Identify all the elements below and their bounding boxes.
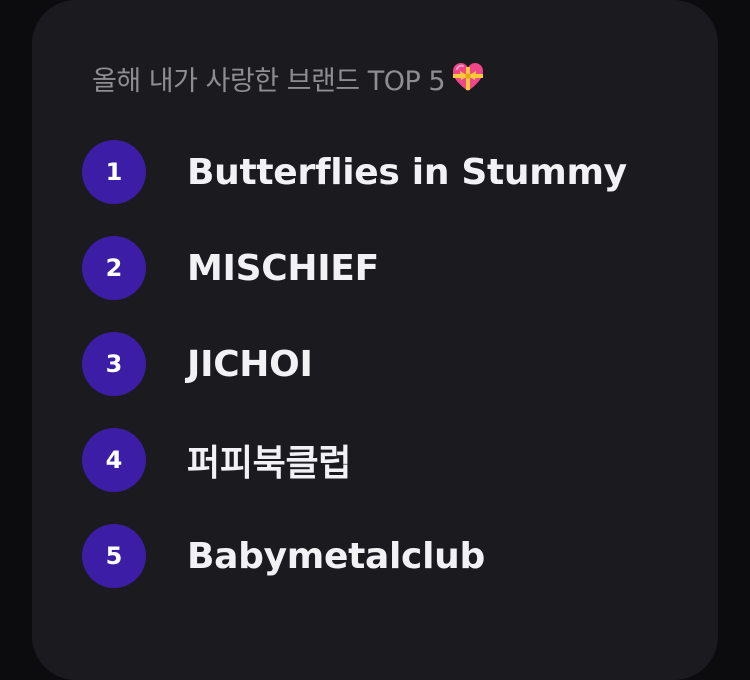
top-brands-card: 올해 내가 사랑한 브랜드 TOP 5 1 Butterflies in Stu…: [32, 0, 718, 680]
brand-name: Babymetalclub: [187, 535, 485, 577]
brand-row: 3 JICHOI: [82, 332, 627, 396]
rank-badge: 3: [82, 332, 146, 396]
brand-list: 1 Butterflies in Stummy 2 MISCHIEF 3 JIC…: [82, 140, 627, 620]
brand-row: 4 퍼피북클럽: [82, 428, 627, 492]
brand-name: MISCHIEF: [187, 247, 379, 289]
card-title-text: 올해 내가 사랑한 브랜드 TOP 5: [92, 65, 446, 97]
brand-row: 5 Babymetalclub: [82, 524, 627, 588]
brand-row: 2 MISCHIEF: [82, 236, 627, 300]
card-title: 올해 내가 사랑한 브랜드 TOP 5: [92, 58, 485, 98]
brand-name: 퍼피북클럽: [187, 443, 352, 484]
rank-badge: 1: [82, 140, 146, 204]
rank-badge: 5: [82, 524, 146, 588]
brand-name: JICHOI: [187, 343, 313, 385]
rank-badge: 2: [82, 236, 146, 300]
brand-name: Butterflies in Stummy: [187, 151, 627, 193]
brand-row: 1 Butterflies in Stummy: [82, 140, 627, 204]
heart-with-ribbon-icon: [451, 61, 485, 95]
rank-badge: 4: [82, 428, 146, 492]
